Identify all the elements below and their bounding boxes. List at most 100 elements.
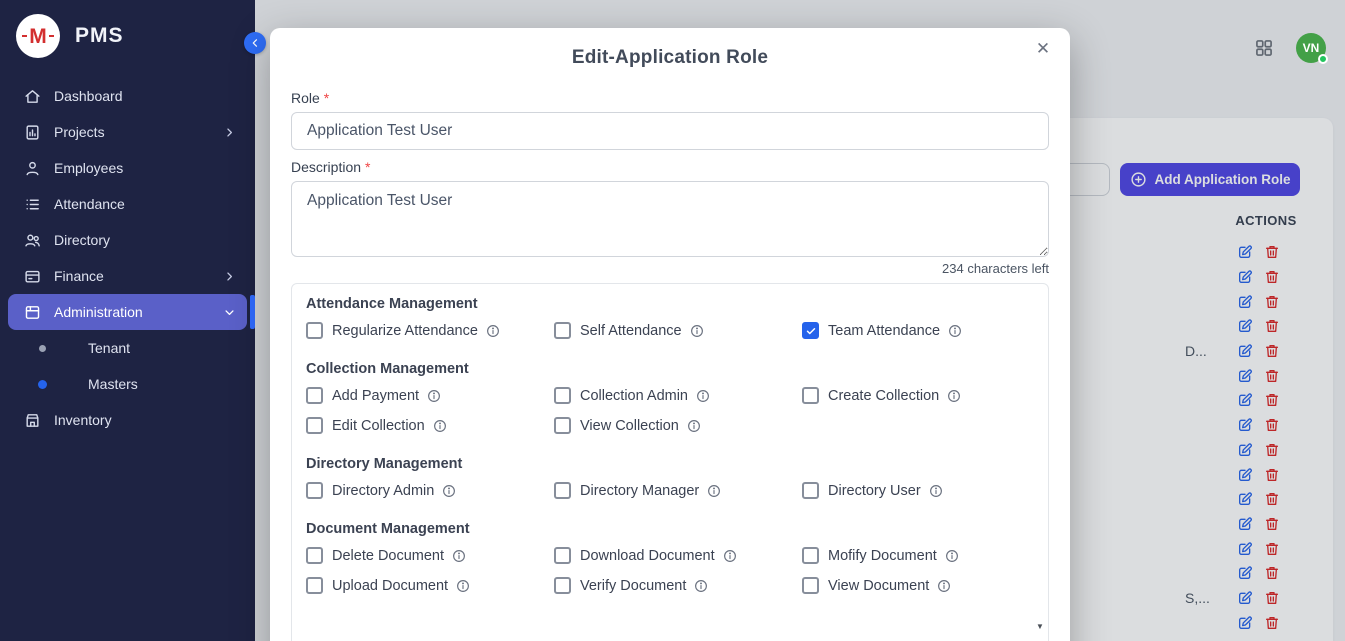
checkbox-icon[interactable] <box>306 482 323 499</box>
sidebar-item-tenant[interactable]: Tenant <box>8 330 247 366</box>
app-logo: M PMS <box>0 0 255 70</box>
role-input[interactable] <box>291 112 1049 150</box>
checkbox-icon[interactable] <box>554 322 571 339</box>
permission-collection-admin[interactable]: Collection Admin <box>554 387 802 404</box>
checkbox-icon[interactable] <box>802 482 819 499</box>
info-icon[interactable] <box>707 484 721 498</box>
description-textarea[interactable]: Application Test User <box>291 181 1049 257</box>
info-icon[interactable] <box>427 389 441 403</box>
projects-icon <box>24 124 41 141</box>
checkbox-icon[interactable] <box>306 322 323 339</box>
bullet-icon <box>39 345 46 352</box>
sidebar-nav: Dashboard Projects Employees Attendance Dire… <box>0 78 255 438</box>
info-icon[interactable] <box>929 484 943 498</box>
permission-mofify-document[interactable]: Mofify Document <box>802 547 1042 564</box>
permission-verify-document[interactable]: Verify Document <box>554 577 802 594</box>
permission-upload-document[interactable]: Upload Document <box>306 577 554 594</box>
info-icon[interactable] <box>937 579 951 593</box>
permission-group-title: Collection Management <box>306 361 1042 377</box>
sidebar-item-employees[interactable]: Employees <box>8 150 247 186</box>
permission-label: View Collection <box>580 418 679 434</box>
sidebar-item-finance[interactable]: Finance <box>8 258 247 294</box>
sidebar-item-label: Employees <box>54 160 237 176</box>
permission-label: Download Document <box>580 548 715 564</box>
checkbox-icon[interactable] <box>554 577 571 594</box>
info-icon[interactable] <box>486 324 500 338</box>
checkbox-icon[interactable] <box>306 387 323 404</box>
bullet-icon <box>38 380 47 389</box>
sidebar-item-label: Masters <box>88 376 237 392</box>
info-icon[interactable] <box>947 389 961 403</box>
sidebar-item-attendance[interactable]: Attendance <box>8 186 247 222</box>
checkbox-icon[interactable] <box>554 387 571 404</box>
permission-label: Collection Admin <box>580 388 688 404</box>
info-icon[interactable] <box>723 549 737 563</box>
inventory-icon <box>24 412 41 429</box>
permission-regularize-attendance[interactable]: Regularize Attendance <box>306 322 554 339</box>
chevron-down-icon <box>222 305 237 320</box>
online-status-dot <box>1318 54 1328 64</box>
permission-label: Self Attendance <box>580 323 682 339</box>
checkbox-icon[interactable] <box>802 547 819 564</box>
permission-label: Directory Manager <box>580 483 699 499</box>
sidebar-item-inventory[interactable]: Inventory <box>8 402 247 438</box>
permission-grid: Directory Admin Directory Manager Director… <box>306 482 1042 499</box>
permission-download-document[interactable]: Download Document <box>554 547 802 564</box>
permission-edit-collection[interactable]: Edit Collection <box>306 417 554 434</box>
sidebar-item-directory[interactable]: Directory <box>8 222 247 258</box>
info-icon[interactable] <box>945 549 959 563</box>
app-name: PMS <box>75 24 124 48</box>
sidebar-item-projects[interactable]: Projects <box>8 114 247 150</box>
finance-icon <box>24 268 41 285</box>
permission-view-document[interactable]: View Document <box>802 577 1042 594</box>
permissions-list[interactable]: Attendance ManagementRegularize Attendan… <box>291 283 1049 641</box>
permission-delete-document[interactable]: Delete Document <box>306 547 554 564</box>
sidebar-item-masters[interactable]: Masters <box>8 366 247 402</box>
checkbox-icon[interactable] <box>802 387 819 404</box>
permission-grid: Delete Document Download Document Mofify D… <box>306 547 1042 594</box>
sidebar-item-label: Administration <box>54 304 222 320</box>
sidebar-collapse-button[interactable] <box>244 32 266 54</box>
apps-grid-icon[interactable] <box>1254 38 1274 58</box>
permission-directory-user[interactable]: Directory User <box>802 482 1042 499</box>
info-icon[interactable] <box>687 419 701 433</box>
checkbox-icon[interactable] <box>554 547 571 564</box>
info-icon[interactable] <box>690 324 704 338</box>
permission-directory-admin[interactable]: Directory Admin <box>306 482 554 499</box>
permission-label: Directory Admin <box>332 483 434 499</box>
info-icon[interactable] <box>948 324 962 338</box>
permission-group-collection-management: Collection Management Add Payment Collecti… <box>306 361 1042 434</box>
user-avatar[interactable]: VN <box>1296 33 1326 63</box>
info-icon[interactable] <box>452 549 466 563</box>
checkbox-icon[interactable] <box>306 547 323 564</box>
info-icon[interactable] <box>456 579 470 593</box>
info-icon[interactable] <box>696 389 710 403</box>
checkbox-icon[interactable] <box>306 577 323 594</box>
permission-directory-manager[interactable]: Directory Manager <box>554 482 802 499</box>
permission-view-collection[interactable]: View Collection <box>554 417 802 434</box>
checkbox-icon[interactable] <box>554 417 571 434</box>
info-icon[interactable] <box>433 419 447 433</box>
checked-checkbox-icon[interactable] <box>802 322 819 339</box>
close-icon[interactable]: ✕ <box>1030 36 1056 62</box>
logo-dash <box>22 35 27 37</box>
people-icon <box>24 232 41 249</box>
checkbox-icon[interactable] <box>306 417 323 434</box>
permission-create-collection[interactable]: Create Collection <box>802 387 1042 404</box>
checkbox-icon[interactable] <box>554 482 571 499</box>
info-icon[interactable] <box>442 484 456 498</box>
sidebar-item-label: Directory <box>54 232 237 248</box>
permission-label: Mofify Document <box>828 548 937 564</box>
permission-self-attendance[interactable]: Self Attendance <box>554 322 802 339</box>
logo-dash <box>49 35 54 37</box>
permission-grid: Regularize Attendance Self Attendance Team… <box>306 322 1042 339</box>
scrollbar-down-arrow-icon[interactable]: ▼ <box>1036 622 1044 631</box>
characters-left-counter: 234 characters left <box>291 261 1049 276</box>
checkbox-icon[interactable] <box>802 577 819 594</box>
sidebar-item-administration[interactable]: Administration <box>8 294 247 330</box>
permission-add-payment[interactable]: Add Payment <box>306 387 554 404</box>
sidebar-item-label: Projects <box>54 124 222 140</box>
permission-team-attendance[interactable]: Team Attendance <box>802 322 1042 339</box>
info-icon[interactable] <box>694 579 708 593</box>
sidebar-item-dashboard[interactable]: Dashboard <box>8 78 247 114</box>
